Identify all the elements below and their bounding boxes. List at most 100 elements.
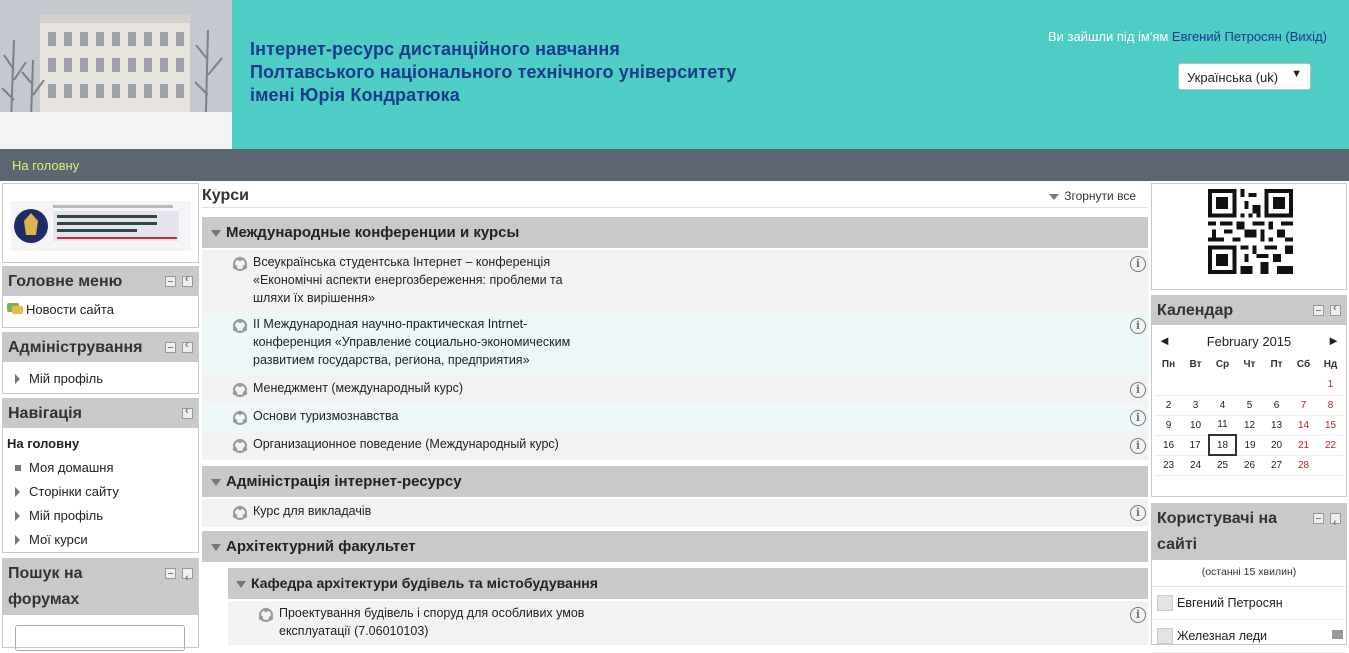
calendar-day[interactable]: 5 (1236, 395, 1263, 416)
admin-profile-item[interactable]: Мій профіль (7, 367, 194, 391)
dock-icon[interactable] (182, 565, 193, 591)
university-logo-block (2, 183, 199, 263)
info-icon[interactable]: i (1130, 438, 1146, 454)
minimize-icon[interactable] (1313, 513, 1324, 524)
calendar-day[interactable]: 1 (1317, 375, 1344, 396)
info-icon[interactable]: i (1130, 607, 1146, 623)
course-item[interactable]: Основи туризмознавства i (202, 404, 1148, 432)
expand-icon (15, 487, 20, 497)
info-icon[interactable]: i (1130, 505, 1146, 521)
nav-item-site-pages[interactable]: Сторінки сайту (7, 480, 194, 504)
minimize-icon[interactable] (165, 568, 176, 579)
calendar-day[interactable]: 2 (1155, 395, 1182, 416)
course-item[interactable]: Организационное поведение (Международный… (202, 432, 1148, 460)
course-name[interactable]: Курс для викладачів (253, 502, 593, 520)
calendar-day[interactable]: 27 (1263, 455, 1290, 476)
calendar-day[interactable]: 13 (1263, 415, 1290, 436)
course-name[interactable]: Проектування будівель і споруд для особл… (279, 604, 619, 640)
course-name[interactable]: Основи туризмознавства (253, 407, 593, 425)
calendar-day[interactable]: 16 (1155, 435, 1182, 456)
next-month-icon[interactable]: ► (1327, 333, 1340, 348)
category-header[interactable]: Архітектурний факультет (202, 531, 1148, 562)
nav-home[interactable]: На головну (7, 432, 194, 456)
subcategory-header[interactable]: Кафедра архітектури будівель та містобуд… (228, 568, 1148, 599)
course-item[interactable]: Курс для викладачів i (202, 499, 1148, 527)
language-select[interactable]: Українська (uk) ▼ (1178, 63, 1311, 90)
calendar-day[interactable]: 26 (1236, 455, 1263, 476)
calendar-month[interactable]: February 2015 (1207, 334, 1292, 349)
online-user[interactable]: Евгений Петросян (1152, 587, 1346, 620)
course-name[interactable]: Организационное поведение (Международный… (253, 435, 593, 453)
course-name[interactable]: Менеджмент (международный курс) (253, 379, 593, 397)
calendar-day[interactable]: 9 (1155, 415, 1182, 436)
admin-profile-label: Мій профіль (29, 371, 104, 386)
home-link[interactable]: На головну (12, 158, 79, 173)
category-name: Адміністрація інтернет-ресурсу (226, 473, 462, 490)
expand-icon (15, 374, 20, 384)
info-icon[interactable]: i (1130, 410, 1146, 426)
online-users-block: Користувачі на сайті (останні 15 хвилин)… (1151, 503, 1347, 653)
prev-month-icon[interactable]: ◄ (1158, 333, 1171, 348)
user-name-link[interactable]: Евгений Петросян (1172, 29, 1282, 44)
minimize-icon[interactable] (165, 342, 176, 353)
calendar-day (1155, 375, 1182, 396)
calendar-day[interactable]: 6 (1263, 395, 1290, 416)
course-name-line: шляхи їх вирішення» (253, 291, 375, 305)
calendar-day[interactable]: 15 (1317, 415, 1344, 436)
logout-link[interactable]: Вихід (1290, 29, 1323, 44)
nav-item-profile[interactable]: Мій профіль (7, 504, 194, 528)
info-icon[interactable]: i (1130, 256, 1146, 272)
forum-search-input[interactable] (15, 625, 185, 651)
course-item[interactable]: II Международная научно-практическая Int… (202, 312, 1148, 376)
course-item[interactable]: Проектування будівель і споруд для особл… (228, 601, 1148, 645)
calendar-day[interactable]: 25 (1209, 455, 1236, 476)
dock-icon[interactable] (1330, 302, 1341, 316)
nav-item-my-courses[interactable]: Мої курси (7, 528, 194, 552)
dock-icon[interactable] (182, 339, 193, 353)
calendar-day-today[interactable]: 18 (1208, 434, 1237, 456)
course-name[interactable]: II Международная научно-практическая Int… (253, 315, 593, 369)
calendar-day[interactable]: 19 (1236, 435, 1263, 456)
calendar-day[interactable]: 12 (1236, 415, 1263, 436)
minimize-icon[interactable] (1313, 305, 1324, 316)
logout-close-paren: ) (1322, 29, 1327, 44)
calendar-day[interactable]: 8 (1317, 395, 1344, 416)
university-logo (11, 201, 191, 251)
news-item[interactable]: Новости сайта (7, 302, 194, 317)
calendar-day[interactable]: 3 (1182, 395, 1209, 416)
dock-icon[interactable] (1330, 510, 1341, 536)
calendar-day[interactable]: 11 (1209, 415, 1236, 436)
weekday: Вт (1189, 358, 1202, 370)
info-icon[interactable]: i (1130, 318, 1146, 334)
collapse-all-button[interactable]: Згорнути все (1049, 189, 1136, 203)
message-icon[interactable] (1332, 630, 1343, 639)
online-user[interactable]: Железная леди (1152, 620, 1346, 653)
calendar-day[interactable]: 4 (1209, 395, 1236, 416)
course-item[interactable]: Всеукраїнська студентська Інтернет – кон… (202, 250, 1148, 312)
online-users-header: Користувачі на сайті (1152, 504, 1346, 560)
minimize-icon[interactable] (165, 276, 176, 287)
course-name-line: Курс для викладачів (253, 504, 372, 518)
info-icon[interactable]: i (1130, 382, 1146, 398)
course-item[interactable]: Менеджмент (международный курс) i (202, 376, 1148, 404)
calendar-day[interactable]: 22 (1317, 435, 1344, 456)
calendar-day[interactable]: 23 (1155, 455, 1182, 476)
dock-icon[interactable] (182, 273, 193, 287)
calendar-day[interactable]: 7 (1290, 395, 1317, 416)
category-header[interactable]: Международные конференции и курсы (202, 217, 1148, 248)
calendar-day[interactable]: 10 (1182, 415, 1209, 436)
calendar-day[interactable]: 17 (1182, 435, 1209, 456)
calendar-day[interactable]: 24 (1182, 455, 1209, 476)
calendar-day[interactable]: 21 (1290, 435, 1317, 456)
collapse-icon (211, 479, 221, 486)
minimize-icon[interactable] (182, 405, 193, 419)
courses-title: Курси (202, 187, 249, 204)
calendar-day[interactable]: 20 (1263, 435, 1290, 456)
calendar-day[interactable]: 28 (1290, 455, 1317, 476)
calendar-day[interactable]: 14 (1290, 415, 1317, 436)
course-icon (232, 505, 248, 520)
forum-search-header: Пошук на форумах (3, 559, 198, 615)
course-name[interactable]: Всеукраїнська студентська Інтернет – кон… (253, 253, 593, 307)
category-header[interactable]: Адміністрація інтернет-ресурсу (202, 466, 1148, 497)
nav-item-dashboard[interactable]: Моя домашня (7, 456, 194, 480)
